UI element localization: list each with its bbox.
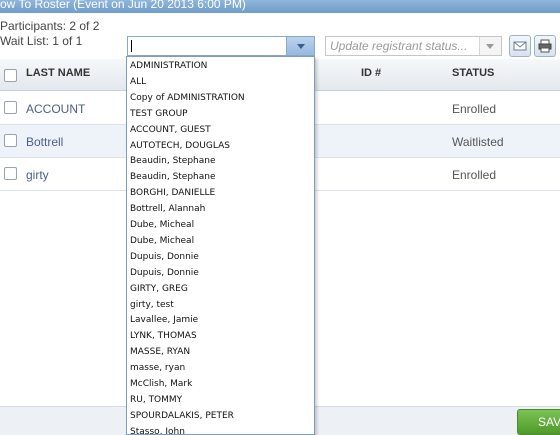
dropdown-option[interactable]: Copy of ADMINISTRATION [127, 90, 314, 106]
column-header-status[interactable]: STATUS [452, 67, 494, 79]
email-button[interactable] [509, 35, 531, 57]
last-name-cell: ACCOUNT [26, 102, 86, 116]
dropdown-option[interactable]: Beaudin, Stephane [127, 153, 314, 169]
select-all-checkbox[interactable] [4, 69, 17, 82]
row-checkbox[interactable] [4, 134, 17, 147]
dropdown-option[interactable]: TEST GROUP [127, 106, 314, 122]
status-select-placeholder: Update registrant status... [330, 39, 468, 53]
save-button[interactable]: SAVE [517, 409, 560, 435]
dropdown-option[interactable]: ADMINISTRATION [127, 58, 314, 74]
participants-count: Participants: 2 of 2 [0, 19, 100, 33]
email-icon [513, 41, 527, 51]
dropdown-option[interactable]: GIRTY, GREG [127, 281, 314, 297]
print-icon [538, 39, 552, 53]
last-name-cell: girty [26, 168, 49, 182]
chevron-down-icon [297, 44, 305, 49]
print-button[interactable] [534, 35, 556, 57]
dropdown-option[interactable]: RU, TOMMY [127, 392, 314, 408]
combo-dropdown-button[interactable] [286, 37, 314, 55]
status-cell: Enrolled [452, 102, 497, 116]
window-title-bar: ow To Roster (Event on Jun 20 2013 6:00 … [0, 0, 560, 13]
dropdown-option[interactable]: Dupuis, Donnie [127, 265, 314, 281]
status-select-button[interactable] [479, 37, 501, 55]
save-button-label: SAVE [538, 415, 560, 429]
dropdown-option[interactable]: Beaudin, Stephane [127, 169, 314, 185]
status-cell: Enrolled [452, 168, 497, 182]
column-header-id[interactable]: ID # [361, 67, 381, 79]
dropdown-option[interactable]: McClish, Mark [127, 376, 314, 392]
dropdown-option[interactable]: Stasso, John [127, 424, 314, 434]
dropdown-option[interactable]: SPOURDALAKIS, PETER [127, 408, 314, 424]
last-name-cell: Bottrell [26, 135, 64, 149]
dropdown-option[interactable]: AUTOTECH, DOUGLAS [127, 138, 314, 154]
dropdown-option[interactable]: ACCOUNT, GUEST [127, 122, 314, 138]
text-cursor [131, 40, 132, 52]
update-status-select[interactable]: Update registrant status... [325, 36, 502, 56]
row-checkbox[interactable] [4, 101, 17, 114]
dropdown-option[interactable]: Dube, Micheal [127, 233, 314, 249]
dropdown-option[interactable]: Dupuis, Donnie [127, 249, 314, 265]
chevron-down-icon [486, 44, 494, 49]
column-header-last-name[interactable]: LAST NAME [26, 67, 90, 79]
dropdown-option[interactable]: BORGHI, DANIELLE [127, 185, 314, 201]
dropdown-option[interactable]: Dube, Micheal [127, 217, 314, 233]
dropdown-option[interactable]: girty, test [127, 297, 314, 313]
dropdown-option[interactable]: Lavallee, Jamie [127, 312, 314, 328]
dropdown-option[interactable]: MASSE, RYAN [127, 344, 314, 360]
dropdown-option[interactable]: LYNK, THOMAS [127, 328, 314, 344]
registrant-combo-box[interactable] [127, 36, 315, 56]
dropdown-option[interactable]: Bottrell, Alannah [127, 201, 314, 217]
row-checkbox[interactable] [4, 167, 17, 180]
registrant-dropdown-list[interactable]: ADMINISTRATION ALL Copy of ADMINISTRATION T… [126, 56, 315, 435]
window-title: ow To Roster (Event on Jun 20 2013 6:00 … [0, 0, 246, 11]
status-cell: Waitlisted [452, 135, 504, 149]
waitlist-count: Wait List: 1 of 1 [0, 34, 83, 48]
dropdown-option[interactable]: ALL [127, 74, 314, 90]
dropdown-option[interactable]: masse, ryan [127, 360, 314, 376]
